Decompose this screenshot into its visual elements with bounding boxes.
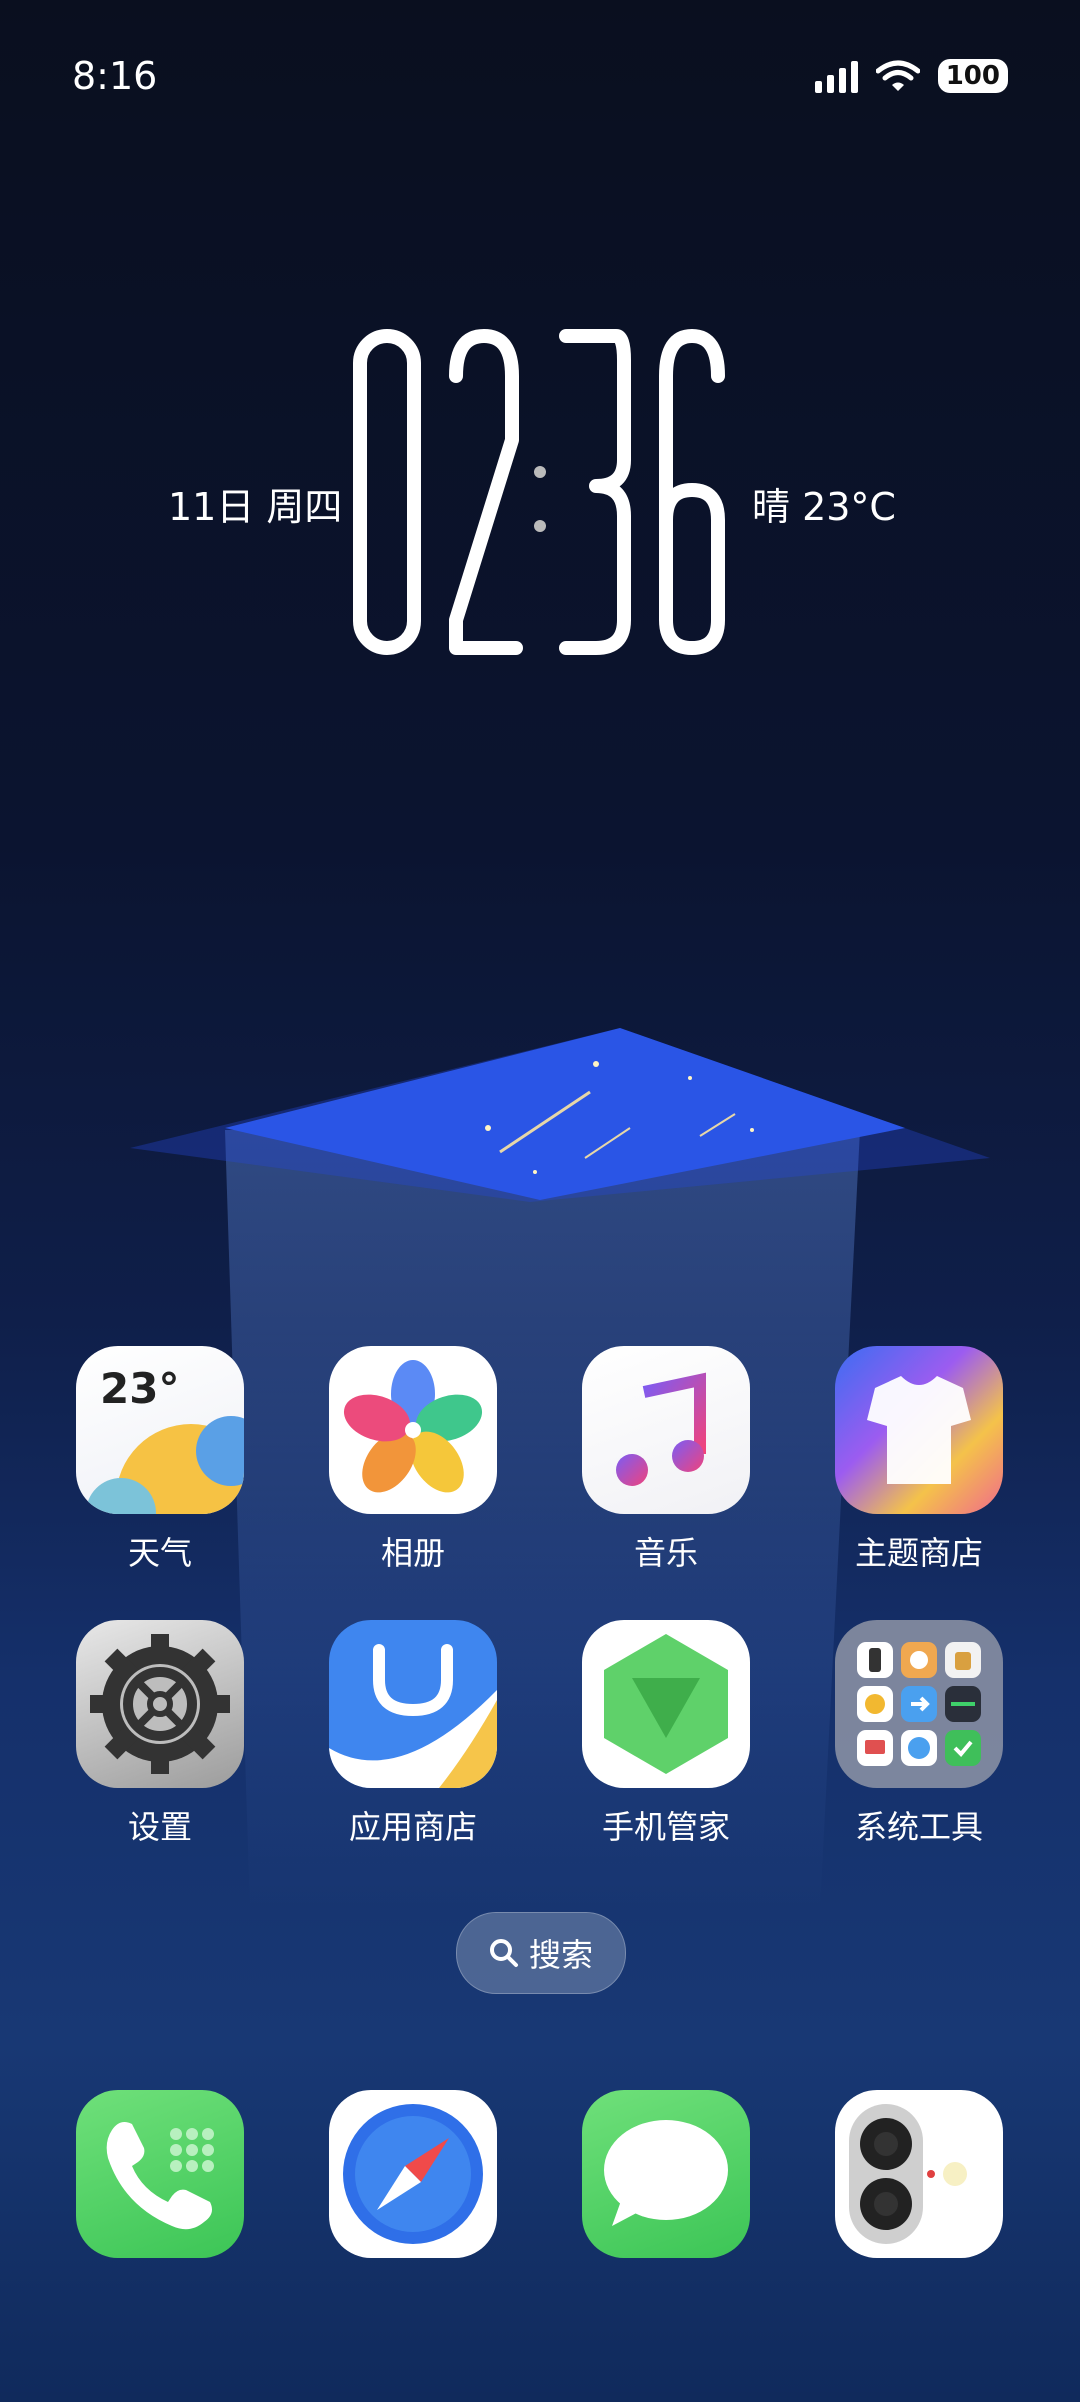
search-icon <box>489 1939 518 1967</box>
app-theme-store[interactable]: 主题商店 <box>835 1346 1003 1574</box>
weather-temp-badge: 23° <box>100 1364 180 1413</box>
app-gallery[interactable]: 相册 <box>329 1346 497 1574</box>
app-label: 天气 <box>127 1534 192 1572</box>
app-store-icon <box>329 1620 497 1788</box>
status-icons: 100 <box>814 59 1008 93</box>
signal-icon <box>814 59 858 93</box>
wifi-icon <box>875 60 920 91</box>
dock-browser[interactable] <box>329 2090 497 2258</box>
app-app-store[interactable]: 应用商店 <box>329 1620 497 1848</box>
app-label: 系统工具 <box>854 1808 983 1846</box>
browser-compass-icon <box>329 2090 497 2258</box>
app-label: 应用商店 <box>348 1808 477 1846</box>
phone-icon <box>76 2090 244 2258</box>
app-settings[interactable]: 设置 <box>76 1620 244 1848</box>
app-system-tools-folder[interactable]: 系统工具 <box>835 1620 1003 1848</box>
theme-store-icon <box>835 1346 1003 1514</box>
search-label: 搜索 <box>528 1936 593 1974</box>
app-label: 设置 <box>127 1808 192 1846</box>
gallery-icon <box>329 1346 497 1514</box>
phone-manager-icon <box>582 1620 750 1788</box>
app-label: 手机管家 <box>601 1808 730 1846</box>
messages-icon <box>582 2090 750 2258</box>
music-icon <box>582 1346 750 1514</box>
camera-icon <box>835 2090 1003 2258</box>
battery-icon: 100 <box>937 59 1008 93</box>
settings-gear-icon <box>76 1620 244 1788</box>
app-label: 相册 <box>380 1534 445 1572</box>
clock-widget[interactable]: 11日 周四 晴 23°C <box>0 320 1080 690</box>
clock-date: 11日 周四 <box>168 485 343 529</box>
status-time: 8:16 <box>72 54 158 98</box>
search-button[interactable]: 搜索 <box>456 1912 626 1994</box>
app-weather[interactable]: 23° 天气 <box>76 1346 244 1574</box>
dock-phone[interactable] <box>76 2090 244 2258</box>
app-label: 音乐 <box>633 1534 698 1572</box>
weather-icon: 23° <box>76 1346 244 1514</box>
app-phone-manager[interactable]: 手机管家 <box>582 1620 750 1848</box>
status-bar: 8:16 100 <box>72 48 1008 104</box>
clock-time-digits <box>353 329 725 655</box>
dock-messages[interactable] <box>582 2090 750 2258</box>
app-label: 主题商店 <box>854 1534 983 1572</box>
system-tools-folder-icon <box>835 1620 1003 1788</box>
dock-camera[interactable] <box>835 2090 1003 2258</box>
app-music[interactable]: 音乐 <box>582 1346 750 1574</box>
clock-weather: 晴 23°C <box>752 485 896 529</box>
